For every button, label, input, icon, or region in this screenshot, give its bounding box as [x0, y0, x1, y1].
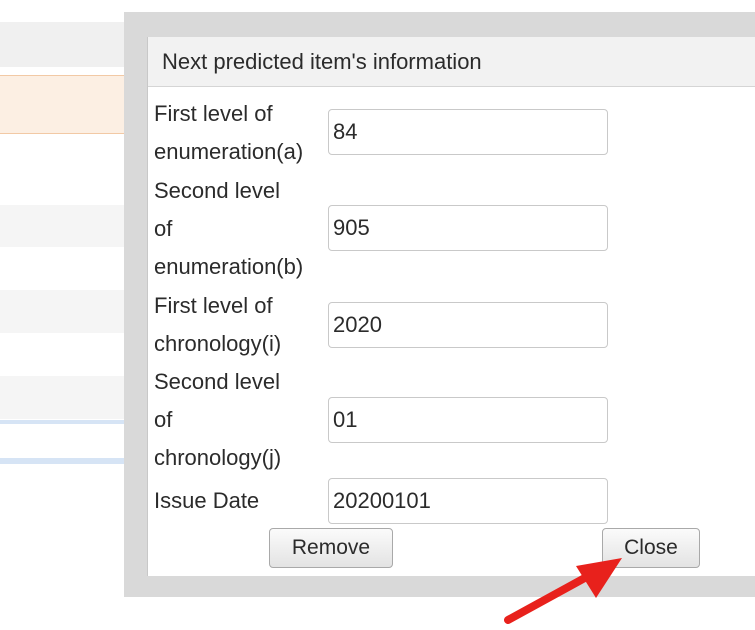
- label-first-level-chronology: First level of chronology(i): [154, 293, 282, 356]
- second-level-chronology-input[interactable]: [328, 397, 608, 443]
- background-header-bar: [0, 22, 135, 67]
- remove-button[interactable]: Remove: [269, 528, 393, 568]
- label-second-level-enumeration: Second level of enumeration(b): [154, 178, 304, 279]
- issue-date-input[interactable]: [328, 478, 608, 524]
- background-row-stripe: [0, 290, 135, 333]
- first-level-enumeration-input[interactable]: [328, 109, 608, 155]
- background-blue-divider: [0, 420, 135, 424]
- predicted-item-dialog: Next predicted item's information First …: [147, 37, 755, 576]
- label-second-level-chronology: Second level of chronology(j): [154, 369, 282, 470]
- background-selected-row: [0, 75, 135, 134]
- red-arrow-icon: [504, 558, 622, 624]
- label-first-level-enumeration: First level of enumeration(a): [154, 101, 304, 164]
- first-level-chronology-input[interactable]: [328, 302, 608, 348]
- background-row-stripe: [0, 205, 135, 247]
- label-issue-date: Issue Date: [154, 488, 260, 513]
- background-blue-divider: [0, 458, 135, 464]
- second-level-enumeration-input[interactable]: [328, 205, 608, 251]
- dialog-title: Next predicted item's information: [148, 37, 755, 87]
- background-row-stripe: [0, 376, 135, 419]
